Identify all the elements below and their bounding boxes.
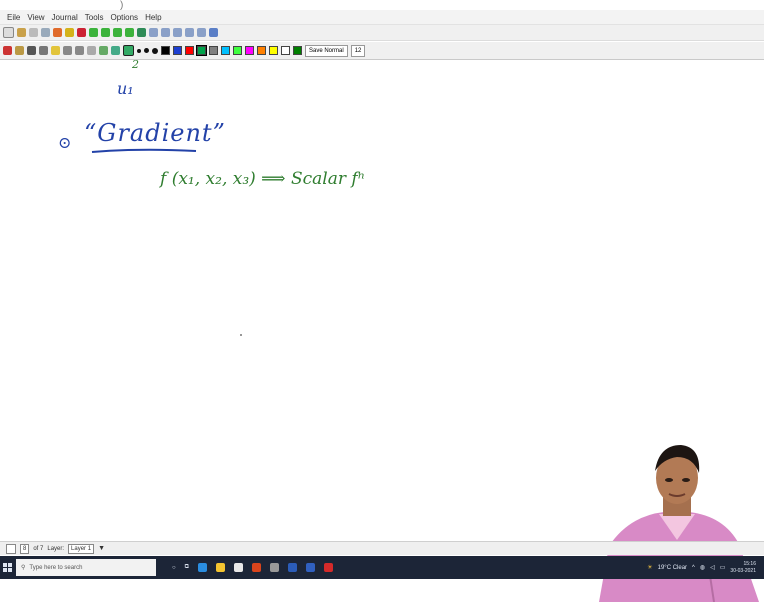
menu-options[interactable]: Options [110, 13, 138, 22]
main-toolbar [0, 25, 764, 41]
scalar-function-line: f (x₁, x₂, x₃) ⟹ Scalar fⁿ [160, 169, 365, 189]
fullscreen-icon[interactable] [209, 28, 218, 37]
page-up-icon[interactable] [6, 543, 16, 554]
file-explorer-icon[interactable] [215, 563, 225, 572]
text-tool-icon[interactable] [27, 46, 36, 55]
weather-icon: ☀ [647, 565, 653, 571]
handwritten-x1: u₁ [117, 79, 134, 98]
new-page-icon[interactable] [3, 27, 14, 38]
select-region-icon[interactable] [75, 46, 84, 55]
previous-page-icon[interactable] [101, 28, 110, 37]
color-yellow[interactable] [269, 46, 278, 55]
chrome-icon[interactable] [233, 563, 243, 572]
pen-cursor-mark: 2 [132, 58, 139, 71]
pen-toolbar: Save Normal 12 [0, 42, 764, 60]
image-tool-icon[interactable] [39, 46, 48, 55]
clock[interactable]: 15:16 30-03-2021 [730, 561, 756, 575]
redo-icon[interactable] [77, 28, 86, 37]
heading-gradient: “Gradient” [84, 119, 226, 147]
menu-tools[interactable]: Tools [85, 13, 104, 22]
app-icon-blue[interactable] [305, 563, 315, 572]
zoom-out-icon[interactable] [149, 28, 158, 37]
edge-icon[interactable] [197, 563, 207, 572]
app-icon-red[interactable] [323, 563, 333, 572]
color-blue[interactable] [173, 46, 182, 55]
menu-bar: Eile View Journal Tools Options Help [0, 10, 764, 25]
cortana-icon[interactable]: ○ [172, 565, 176, 571]
select-rect-icon[interactable] [63, 46, 72, 55]
volume-icon[interactable]: ◁ [710, 564, 715, 571]
system-tray: ☀ 19°C Clear ^ ◍ ◁ ▭ 15:16 30-03-2021 [647, 556, 756, 579]
status-bar: 8 of 7 Layer: Layer 1 ▼ [0, 541, 764, 555]
pen-icon[interactable] [3, 46, 12, 55]
vertical-space-icon[interactable] [87, 46, 96, 55]
copy-icon[interactable] [41, 28, 50, 37]
ruler-icon[interactable] [123, 45, 134, 56]
battery-icon[interactable]: ▭ [720, 564, 726, 571]
zoom-height-icon[interactable] [197, 28, 206, 37]
clock-time: 15:16 [743, 560, 756, 567]
last-page-icon[interactable] [125, 28, 134, 37]
windows-taskbar: ⚲ Type here to search ○ ⧉ ☀ 19°C Clear ^… [0, 556, 764, 579]
open-icon[interactable] [17, 28, 26, 37]
stray-dot [240, 334, 242, 336]
menu-view[interactable]: View [27, 13, 44, 22]
layer-select[interactable]: Layer 1 [68, 543, 95, 554]
heading-underline [91, 148, 197, 153]
menu-help[interactable]: Help [145, 13, 161, 22]
word-icon[interactable] [287, 563, 297, 572]
bullet-mark: ⊙ [58, 133, 72, 152]
taskbar-search-box[interactable]: ⚲ Type here to search [16, 559, 156, 576]
color-dark-green[interactable] [293, 46, 302, 55]
color-green[interactable] [196, 45, 207, 56]
highlighter-icon[interactable] [51, 46, 60, 55]
layer-label: Layer: [47, 545, 65, 552]
color-black[interactable] [161, 46, 170, 55]
menu-file[interactable]: Eile [7, 13, 20, 22]
task-view-icon[interactable]: ⧉ [185, 564, 189, 571]
page-count-label: of 7 [33, 545, 44, 552]
color-magenta[interactable] [245, 46, 254, 55]
layer-dropdown-icon[interactable]: ▼ [98, 545, 105, 552]
pen-thick-icon[interactable] [152, 47, 158, 54]
new-page-after-icon[interactable] [137, 28, 146, 37]
pen-thin-icon[interactable] [137, 48, 141, 53]
zoom-fit-icon[interactable] [185, 28, 194, 37]
color-gray[interactable] [209, 46, 218, 55]
color-light-blue[interactable] [221, 46, 230, 55]
search-icon: ⚲ [21, 565, 26, 571]
menu-journal[interactable]: Journal [52, 13, 78, 22]
color-white[interactable] [281, 46, 290, 55]
eraser-icon[interactable] [15, 46, 24, 55]
page-number-field[interactable]: 8 [20, 543, 30, 554]
pen-medium-icon[interactable] [144, 48, 149, 53]
hand-tool-icon[interactable] [99, 46, 108, 55]
paste-icon[interactable] [53, 28, 62, 37]
color-light-green[interactable] [233, 46, 242, 55]
next-page-icon[interactable] [113, 28, 122, 37]
firefox-icon[interactable] [251, 563, 261, 572]
color-orange[interactable] [257, 46, 266, 55]
weather-text[interactable]: 19°C Clear [658, 565, 687, 571]
search-placeholder: Type here to search [29, 564, 83, 571]
clock-date: 30-03-2021 [730, 567, 756, 574]
pen-style-select[interactable]: Save Normal [305, 44, 348, 57]
windows-start-icon[interactable] [0, 556, 16, 579]
store-icon[interactable] [269, 563, 279, 572]
network-icon[interactable]: ◍ [700, 564, 705, 571]
color-red[interactable] [185, 46, 194, 55]
journal-canvas[interactable]: 2 u₁ ⊙ “Gradient” f (x₁, x₂, x₃) ⟹ Scala… [0, 58, 764, 602]
first-page-icon[interactable] [89, 28, 98, 37]
zoom-normal-icon[interactable] [161, 28, 170, 37]
shape-recognizer-icon[interactable] [111, 46, 120, 55]
cut-icon[interactable] [29, 28, 38, 37]
pen-size-select[interactable]: 12 [350, 44, 366, 57]
tray-overflow-icon[interactable]: ^ [692, 565, 695, 571]
zoom-in-icon[interactable] [173, 28, 182, 37]
undo-icon[interactable] [65, 28, 74, 37]
